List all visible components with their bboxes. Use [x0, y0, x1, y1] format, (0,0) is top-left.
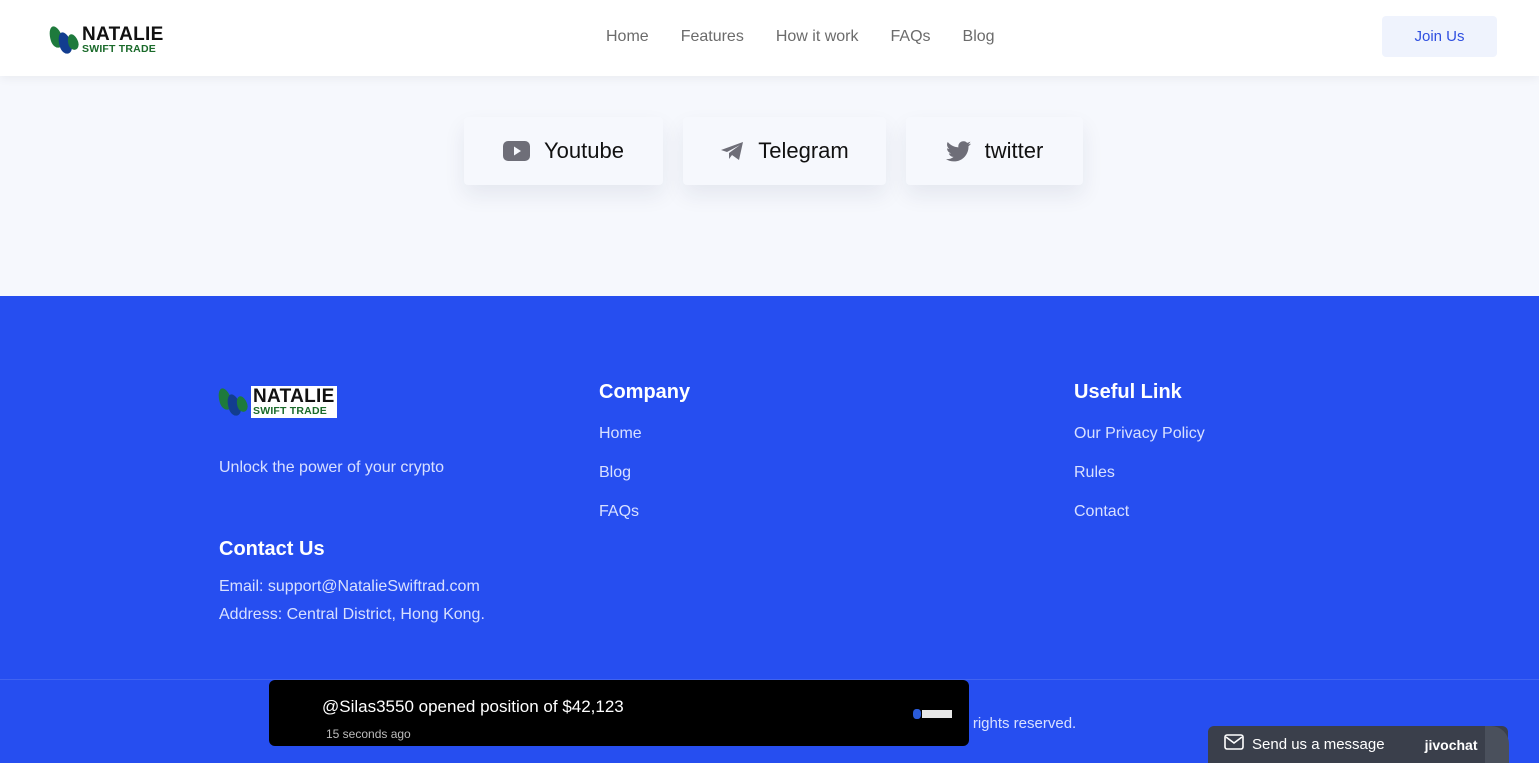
useful-link-heading: Useful Link: [1074, 381, 1182, 403]
footer-logo[interactable]: NATALIE SWIFT TRADE: [215, 386, 337, 418]
footer-logo-line1: NATALIE: [253, 386, 335, 408]
footer-link-rules[interactable]: Rules: [1074, 464, 1115, 482]
footer-link-home[interactable]: Home: [599, 425, 642, 443]
header-logo[interactable]: NATALIE SWIFT TRADE: [46, 24, 164, 56]
toast-message: @Silas3550 opened position of $42,123: [322, 697, 624, 716]
site-header: NATALIE SWIFT TRADE Home Features How it…: [0, 0, 1539, 76]
footer-tagline: Unlock the power of your crypto: [219, 459, 444, 476]
footer-logo-line2: SWIFT TRADE: [253, 405, 327, 418]
chat-expand-tab[interactable]: [1485, 726, 1509, 763]
logo-line2: SWIFT TRADE: [82, 43, 156, 56]
nav-blog[interactable]: Blog: [963, 28, 995, 46]
contact-email: Email: support@NatalieSwiftrad.com: [219, 578, 480, 595]
nav-home[interactable]: Home: [606, 28, 649, 46]
join-us-button[interactable]: Join Us: [1382, 16, 1497, 57]
logo-mark-icon: [46, 24, 81, 56]
footer-link-faqs[interactable]: FAQs: [599, 503, 639, 521]
telegram-icon: [720, 141, 744, 161]
contact-heading: Contact Us: [219, 538, 325, 560]
twitter-icon: [945, 140, 971, 162]
footer-link-blog[interactable]: Blog: [599, 464, 631, 482]
logo-line1: NATALIE: [82, 24, 164, 46]
chat-widget[interactable]: Send us a message jivochat: [1208, 726, 1509, 763]
chat-brand: jivochat: [1424, 736, 1478, 753]
youtube-icon: [503, 141, 531, 161]
company-heading: Company: [599, 381, 691, 403]
social-label-telegram: Telegram: [758, 138, 849, 163]
chat-label: Send us a message: [1252, 736, 1385, 753]
social-label-twitter: twitter: [984, 138, 1044, 163]
nav-how-it-work[interactable]: How it work: [776, 28, 859, 46]
nav-faqs[interactable]: FAQs: [891, 28, 931, 46]
trade-notification-toast[interactable]: @Silas3550 opened position of $42,123 15…: [269, 680, 969, 746]
logo-mark-icon: [215, 386, 250, 418]
footer-link-contact[interactable]: Contact: [1074, 503, 1129, 521]
envelope-icon: [1224, 734, 1244, 755]
footer-link-privacy[interactable]: Our Privacy Policy: [1074, 425, 1205, 443]
social-card-telegram[interactable]: Telegram: [683, 117, 886, 185]
toast-logo-icon: [913, 709, 952, 719]
main-nav: Home Features How it work FAQs Blog: [606, 28, 995, 46]
social-label-youtube: Youtube: [544, 138, 624, 163]
toast-time: 15 seconds ago: [326, 727, 411, 741]
social-card-youtube[interactable]: Youtube: [464, 117, 663, 185]
nav-features[interactable]: Features: [681, 28, 744, 46]
social-card-twitter[interactable]: twitter: [906, 117, 1083, 185]
copyright-text: ll rights reserved.: [962, 715, 1077, 732]
contact-address: Address: Central District, Hong Kong.: [219, 606, 485, 623]
